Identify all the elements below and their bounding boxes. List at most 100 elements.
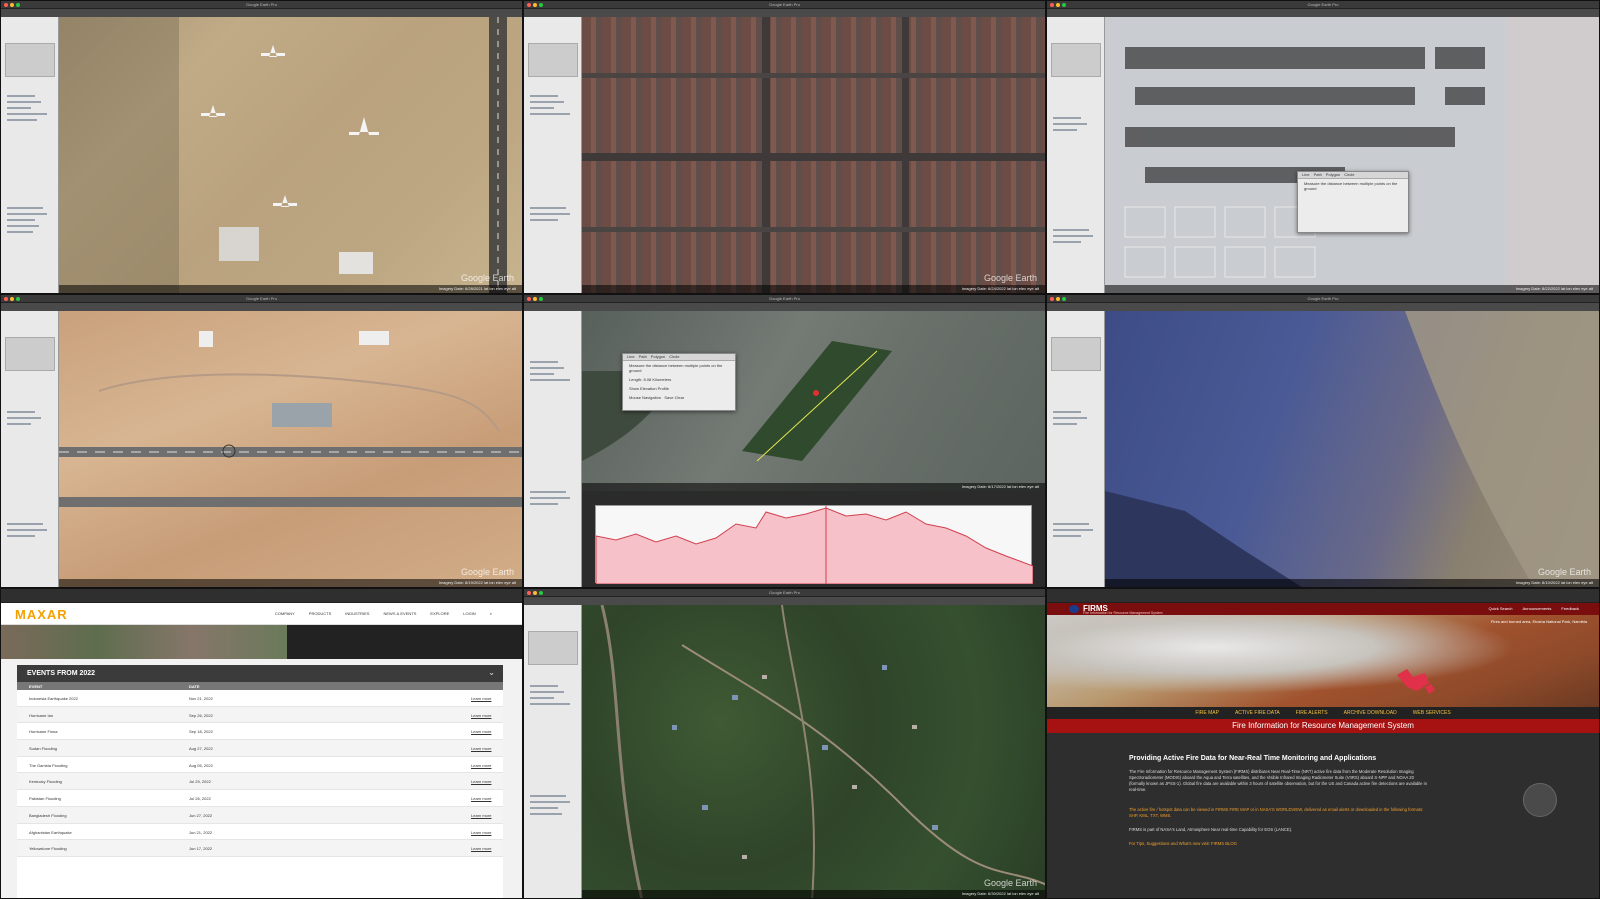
- ruler-length-value: 8.08: [643, 377, 652, 382]
- ruler-save-button[interactable]: Save: [664, 395, 673, 400]
- status-bar: Imagery Date: 6/28/2021 lat lon elev eye…: [59, 285, 522, 293]
- status-bar: Imagery Date: 8/22/2022 lat lon elev eye…: [1105, 285, 1599, 293]
- learn-more-link[interactable]: Learn more: [471, 713, 491, 718]
- map-view-lot[interactable]: Line Path Polygon Circle Measure the distan…: [1105, 17, 1599, 293]
- toolbar[interactable]: [524, 9, 1045, 17]
- quick-search-link[interactable]: Quick Search: [1488, 606, 1512, 611]
- browser-titlebar: [1047, 589, 1599, 603]
- nasa-logo-icon[interactable]: [1069, 605, 1079, 613]
- events-accordion-header[interactable]: EVENTS FROM 2022 ⌄: [17, 665, 503, 682]
- map-view-airfield[interactable]: [59, 311, 522, 587]
- maxar-hero-dark: [287, 625, 522, 659]
- learn-more-link[interactable]: Learn more: [471, 746, 491, 751]
- firms-paragraph-4[interactable]: For Tips, Suggestions and What's new vis…: [1129, 841, 1429, 847]
- learn-more-link[interactable]: Learn more: [471, 846, 491, 851]
- mouse-navigation-checkbox[interactable]: Mouse Navigation: [629, 395, 661, 400]
- feedback-link[interactable]: Feedback: [1561, 606, 1579, 611]
- table-row: Yellowstone Flooding Jun 17, 2022 Learn mo…: [17, 840, 503, 857]
- nav-industries[interactable]: INDUSTRIES: [345, 611, 369, 616]
- search-icon[interactable]: ⌕: [490, 611, 492, 616]
- firms-banner: Fire Information for Resource Management…: [1047, 719, 1599, 733]
- map-view-cliff[interactable]: [1105, 311, 1599, 587]
- sidebar-panels[interactable]: [1047, 311, 1105, 587]
- toolbar[interactable]: [524, 597, 1045, 605]
- search-results-box[interactable]: [528, 43, 578, 77]
- elevation-profile[interactable]: [595, 505, 1034, 585]
- sidebar-panels[interactable]: [1, 311, 59, 587]
- toolbar[interactable]: [1047, 303, 1599, 311]
- table-row: Indonesia Earthquake 2022 Nov 21, 2022 Lea…: [17, 690, 503, 707]
- learn-more-link[interactable]: Learn more: [471, 763, 491, 768]
- lot-imagery: [1124, 17, 1599, 293]
- maxar-hero-image: [1, 625, 287, 659]
- window-titlebar: Google Earth Pro: [524, 589, 1045, 597]
- ruler-tabs[interactable]: Line Path Polygon Circle: [1298, 172, 1408, 179]
- window-titlebar: Google Earth Pro: [1047, 295, 1599, 303]
- map-view-city[interactable]: [582, 17, 1045, 293]
- nav-company[interactable]: COMPANY: [275, 611, 295, 616]
- sidebar-panels[interactable]: [1047, 17, 1105, 293]
- map-view-park[interactable]: Line Path Polygon Circle Measure the distan…: [582, 311, 1045, 491]
- learn-more-link[interactable]: Learn more: [471, 729, 491, 734]
- menu-web-services[interactable]: WEB SERVICES: [1413, 710, 1451, 716]
- toolbar[interactable]: [1047, 9, 1599, 17]
- pane-cliff: Google Earth Pro Imagery Date: 8/10/2022…: [1046, 294, 1600, 588]
- nav-login[interactable]: LOGIN: [463, 611, 475, 616]
- learn-more-link[interactable]: Learn more: [471, 779, 491, 784]
- window-titlebar: Google Earth Pro: [1, 1, 522, 9]
- city-imagery: [582, 17, 1045, 293]
- sidebar-panels[interactable]: [524, 605, 582, 898]
- maxar-logo[interactable]: MAXAR: [15, 607, 68, 622]
- search-results-box[interactable]: [1051, 43, 1101, 77]
- window-title: Google Earth Pro: [1307, 296, 1339, 301]
- learn-more-link[interactable]: Learn more: [471, 830, 491, 835]
- show-profile-checkbox[interactable]: Show Elevation Profile: [623, 384, 735, 393]
- search-results-box[interactable]: [1051, 337, 1101, 371]
- nav-explore[interactable]: EXPLORE: [430, 611, 449, 616]
- firms-heading: Providing Active Fire Data for Near-Real…: [1129, 755, 1377, 762]
- learn-more-link[interactable]: Learn more: [471, 813, 491, 818]
- learn-more-link[interactable]: Learn more: [471, 696, 491, 701]
- announcements-link[interactable]: Announcements: [1523, 606, 1552, 611]
- menu-fire-map[interactable]: FIRE MAP: [1195, 710, 1219, 716]
- toolbar[interactable]: [1, 303, 522, 311]
- map-view-village[interactable]: [582, 604, 1045, 898]
- ruler-tabs[interactable]: Line Path Polygon Circle: [623, 354, 735, 361]
- sidebar-panels[interactable]: [1, 17, 59, 293]
- menu-active-fire-data[interactable]: ACTIVE FIRE DATA: [1235, 710, 1280, 716]
- ruler-dialog-small[interactable]: Line Path Polygon Circle Measure the distan…: [1297, 171, 1409, 233]
- ruler-unit-select[interactable]: Kilometers: [652, 377, 671, 382]
- learn-more-link[interactable]: Learn more: [471, 796, 491, 801]
- sidebar-panels[interactable]: [524, 17, 582, 293]
- pane-firms-browser: FIRMS Fire Information for Resource Mana…: [1046, 588, 1600, 899]
- table-row: Hurricane Fiona Sep 18, 2022 Learn more: [17, 723, 503, 741]
- chevron-down-icon[interactable]: ⌄: [488, 668, 495, 677]
- toolbar[interactable]: [1, 9, 522, 17]
- maxar-nav-links: COMPANY PRODUCTS INDUSTRIES NEWS & EVENT…: [275, 611, 492, 616]
- status-bar: Imagery Date: 6/17/2022 lat lon elev eye…: [582, 483, 1045, 491]
- ruler-dialog[interactable]: Line Path Polygon Circle Measure the distan…: [622, 353, 736, 411]
- firms-paragraph-3: FIRMS is part of NASA's Land, Atmosphere…: [1129, 827, 1293, 832]
- globe-icon: [1523, 783, 1557, 817]
- search-results-box[interactable]: [5, 43, 55, 77]
- nav-news-events[interactable]: NEWS & EVENTS: [383, 611, 416, 616]
- toolbar[interactable]: [524, 303, 1045, 311]
- search-results-box[interactable]: [528, 631, 578, 665]
- ruler-clear-button[interactable]: Clear: [675, 395, 685, 400]
- search-results-box[interactable]: [5, 337, 55, 371]
- menu-fire-alerts[interactable]: FIRE ALERTS: [1296, 710, 1328, 716]
- nav-products[interactable]: PRODUCTS: [309, 611, 331, 616]
- firms-paragraph-2[interactable]: The active fire / hotspot data can be vi…: [1129, 807, 1429, 819]
- cliff-imagery: [1105, 311, 1599, 587]
- ruler-length-row: Length: 8.08 Kilometers: [629, 377, 672, 382]
- menu-archive-download[interactable]: ARCHIVE DOWNLOAD: [1344, 710, 1397, 716]
- screen-grid: Google Earth Pro Imagery Date: 6/28/2021…: [0, 0, 1600, 899]
- sidebar-panels[interactable]: [524, 311, 582, 587]
- browser-titlebar: [1, 589, 522, 603]
- window-title: Google Earth Pro: [1307, 2, 1339, 7]
- google-earth-watermark: Google Earth: [983, 273, 1037, 283]
- ruler-hint: Measure the distance between multiple po…: [1304, 181, 1398, 191]
- map-view-airport[interactable]: [59, 17, 522, 293]
- events-rows: Indonesia Earthquake 2022 Nov 21, 2022 Lea…: [17, 690, 503, 857]
- village-imagery: [600, 604, 1045, 898]
